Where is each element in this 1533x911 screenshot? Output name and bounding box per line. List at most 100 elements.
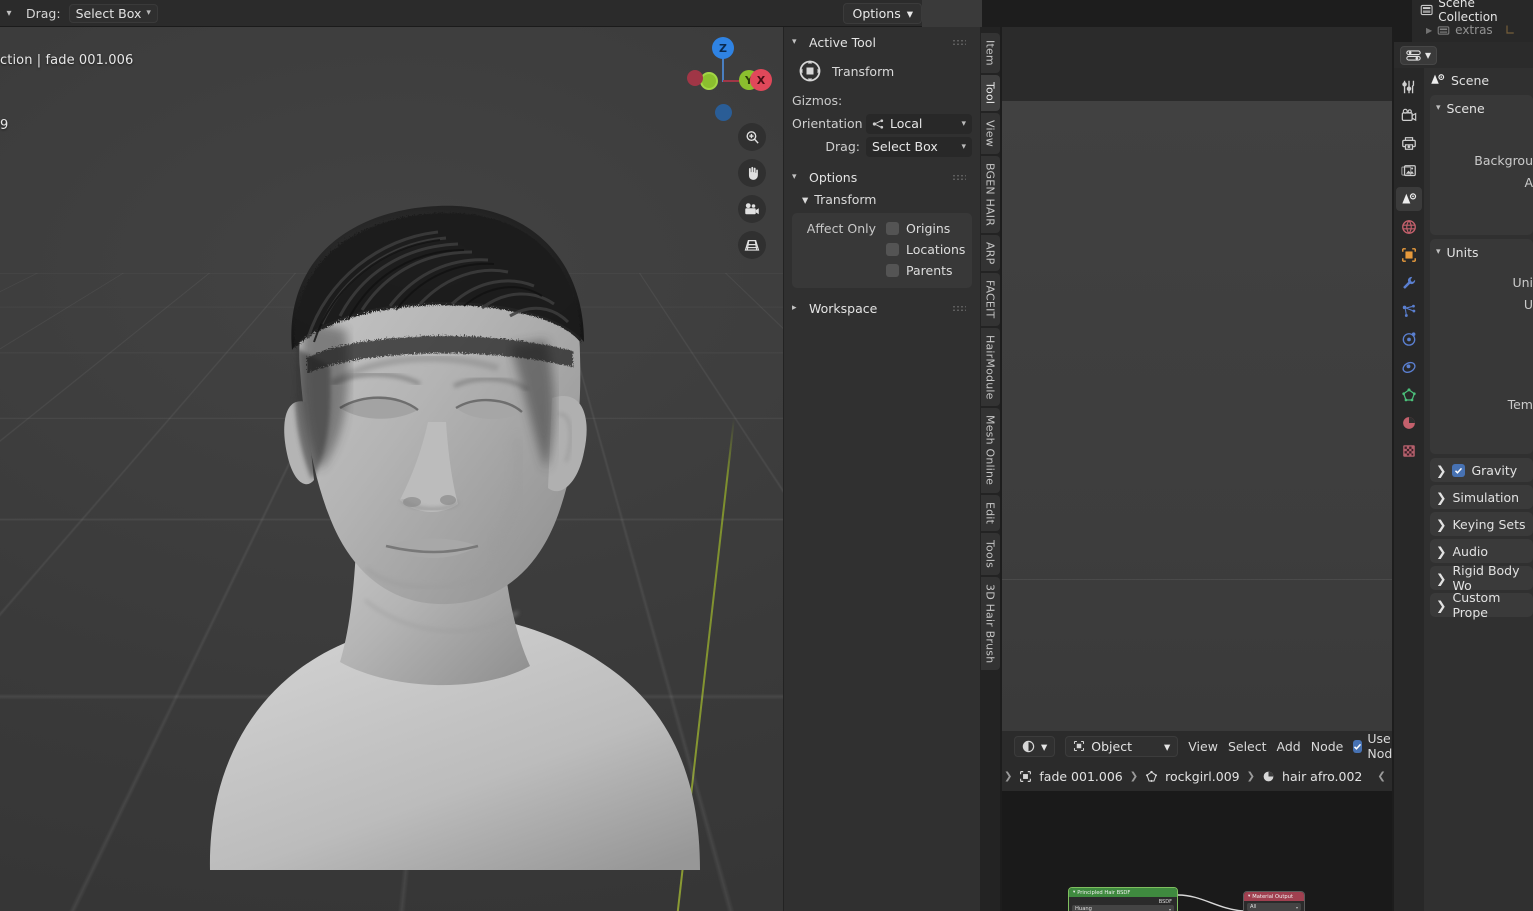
viewport-sidebar-panel[interactable]: ▾ Active Tool Transform Gizmos: Orientat… <box>783 27 980 911</box>
viewport-nav-icons[interactable] <box>738 123 766 259</box>
checkbox-parents[interactable] <box>886 264 899 277</box>
output-tab[interactable] <box>1396 131 1422 155</box>
data-tab[interactable] <box>1396 383 1422 407</box>
subpanel-header-transform[interactable]: ▾ Transform <box>784 188 980 210</box>
active-tool-row[interactable]: Transform <box>784 53 980 89</box>
drag-row[interactable]: Drag: Select Box ▾ <box>784 135 980 158</box>
panel-header-options[interactable]: ▾ Options <box>784 166 980 188</box>
gizmo-axis-neg-y[interactable] <box>700 72 718 90</box>
material-tab[interactable] <box>1396 411 1422 435</box>
affect-only-parents-row[interactable]: Parents <box>792 260 972 281</box>
sidebar-tab-hairmodule[interactable]: HairModule <box>980 327 1000 407</box>
sidebar-tab-item[interactable]: Item <box>980 33 1000 73</box>
properties-editor-type-dropdown[interactable]: ▾ <box>1400 45 1438 65</box>
triangle-right-icon[interactable]: ▶ <box>1426 26 1432 35</box>
panel-gravity[interactable]: ❯ Gravity <box>1430 458 1533 482</box>
field-unit-scale[interactable]: U <box>1430 293 1533 315</box>
field-unit-system[interactable]: Uni <box>1430 271 1533 293</box>
affect-only-locations-row[interactable]: Locations <box>792 239 972 260</box>
render-tab[interactable] <box>1396 103 1422 127</box>
outliner-row-extras[interactable]: ▶ extras <box>1412 20 1533 40</box>
sidebar-tab-view[interactable]: View <box>980 113 1000 154</box>
orientation-dropdown[interactable]: Local ▾ <box>866 113 972 134</box>
sidebar-tab-3d-hair-brush[interactable]: 3D Hair Brush <box>980 576 1000 671</box>
panel-simulation[interactable]: ❯ Simulation <box>1430 485 1533 509</box>
properties-editor[interactable]: ▾ Scene ▾ Scene Backgrou A ▾ Units Uni U… <box>1394 42 1533 911</box>
breadcrumb-mesh[interactable]: rockgirl.009 <box>1165 769 1239 784</box>
field-active-clip[interactable]: A <box>1430 171 1533 193</box>
panel-keying-sets[interactable]: ❯ Keying Sets <box>1430 512 1533 536</box>
sidebar-tab-faceit[interactable]: FACEIT <box>980 273 1000 326</box>
properties-tab-column[interactable] <box>1394 68 1424 911</box>
node-header[interactable]: ▾ Principled Hair BSDF <box>1069 888 1177 897</box>
panel-audio[interactable]: ❯ Audio <box>1430 539 1533 563</box>
shader-node-editor[interactable]: ▾ Object ▾ View Select Add Node Use Nod <box>1002 731 1392 911</box>
node-header[interactable]: ▾ Material Output <box>1244 892 1304 901</box>
affect-only-origins-row[interactable]: Affect Only Origins <box>792 218 972 239</box>
panel-grip-icon[interactable] <box>952 174 966 181</box>
panel-units[interactable]: ▾ Units Uni U Tem <box>1430 239 1533 454</box>
breadcrumb-object[interactable]: fade 001.006 <box>1039 769 1122 784</box>
outliner-editor[interactable]: Scene Collection ▶ extras <box>1412 0 1533 42</box>
3d-viewport-secondary[interactable] <box>1002 27 1392 731</box>
checkbox-gravity[interactable] <box>1452 463 1466 477</box>
sidebar-tab-tools[interactable]: Tools <box>980 532 1000 575</box>
checkbox-locations[interactable] <box>886 243 899 256</box>
tool-tab[interactable] <box>1396 75 1422 99</box>
grid-icon[interactable] <box>738 231 766 259</box>
node-principled-hair-bsdf[interactable]: ▾ Principled Hair BSDF BSDF Huang ▾ Mela… <box>1068 887 1178 911</box>
panel-grip-icon[interactable] <box>952 305 966 312</box>
shader-type-dropdown[interactable]: Object ▾ <box>1065 735 1179 757</box>
sidebar-tab-mesh-online[interactable]: Mesh Online <box>980 408 1000 493</box>
breadcrumb-material[interactable]: hair afro.002 <box>1282 769 1362 784</box>
view-layer-tab[interactable] <box>1396 159 1422 183</box>
chevron-down-icon[interactable]: ▾ <box>0 3 18 23</box>
panel-header-workspace[interactable]: ▸ Workspace <box>784 297 980 319</box>
panel-scene[interactable]: ▾ Scene Backgrou A <box>1430 95 1533 235</box>
properties-topbar[interactable]: ▾ <box>1394 42 1533 68</box>
menu-node[interactable]: Node <box>1311 739 1344 754</box>
sidebar-tab-bgen-hair[interactable]: BGEN HAIR <box>980 155 1000 233</box>
physics-tab[interactable] <box>1396 327 1422 351</box>
outliner-row-scene-collection[interactable]: Scene Collection <box>1412 0 1533 24</box>
menu-select[interactable]: Select <box>1228 739 1267 754</box>
use-nodes-toggle[interactable]: Use Nod <box>1353 731 1392 761</box>
node-field-model[interactable]: Huang ▾ <box>1072 905 1174 911</box>
modifier-tab[interactable] <box>1396 271 1422 295</box>
menu-view[interactable]: View <box>1188 739 1218 754</box>
object-tab[interactable] <box>1396 243 1422 267</box>
node-material-output[interactable]: ▾ Material Output All ▾ Surface Volume <box>1243 891 1305 911</box>
field-temperature[interactable]: Tem <box>1430 393 1533 415</box>
texture-tab[interactable] <box>1396 439 1422 463</box>
node-canvas[interactable]: ▾ Principled Hair BSDF BSDF Huang ▾ Mela… <box>1002 791 1392 911</box>
panel-grip-icon[interactable] <box>952 39 966 46</box>
chevron-left-icon[interactable]: ❮ <box>1377 771 1385 782</box>
constraints-tab[interactable] <box>1396 355 1422 379</box>
world-tab[interactable] <box>1396 215 1422 239</box>
gizmo-axis-neg-z[interactable] <box>715 104 732 121</box>
menu-add[interactable]: Add <box>1277 739 1301 754</box>
panel-header-active-tool[interactable]: ▾ Active Tool <box>784 31 980 53</box>
checkbox-origins[interactable] <box>886 222 899 235</box>
drag-dropdown[interactable]: Select Box ▾ <box>866 136 972 157</box>
panel-units-header[interactable]: ▾ Units <box>1430 241 1533 263</box>
gizmo-axis-z[interactable]: Z <box>712 37 734 59</box>
properties-content[interactable]: Scene ▾ Scene Backgrou A ▾ Units Uni U T… <box>1424 68 1533 911</box>
drag-mode-dropdown[interactable]: Select Box ▾ <box>68 3 158 23</box>
sidebar-tab-arp[interactable]: ARP <box>980 234 1000 272</box>
viewport-tab-column[interactable]: Item Tool View BGEN HAIR ARP FACEIT Hair… <box>980 27 1000 911</box>
particles-tab[interactable] <box>1396 299 1422 323</box>
field-background[interactable]: Backgrou <box>1430 149 1533 171</box>
zoom-icon[interactable] <box>738 123 766 151</box>
panel-custom-properties[interactable]: ❯ Custom Prope <box>1430 590 1533 620</box>
viewport-options-button[interactable]: Options ▾ <box>843 3 922 24</box>
navigation-gizmo[interactable]: Z Y X <box>678 28 772 121</box>
sidebar-tab-tool[interactable]: Tool <box>980 74 1000 112</box>
node-field-target[interactable]: All ▾ <box>1247 903 1301 911</box>
hand-icon[interactable] <box>738 159 766 187</box>
panel-rigid-body-world[interactable]: ❯ Rigid Body Wo <box>1430 563 1533 593</box>
node-editor-header[interactable]: ▾ Object ▾ View Select Add Node Use Nod <box>1002 731 1392 761</box>
panel-scene-header[interactable]: ▾ Scene <box>1430 97 1533 119</box>
orientation-row[interactable]: Orientation Local ▾ <box>784 112 980 135</box>
editor-type-dropdown[interactable]: ▾ <box>1014 735 1056 757</box>
